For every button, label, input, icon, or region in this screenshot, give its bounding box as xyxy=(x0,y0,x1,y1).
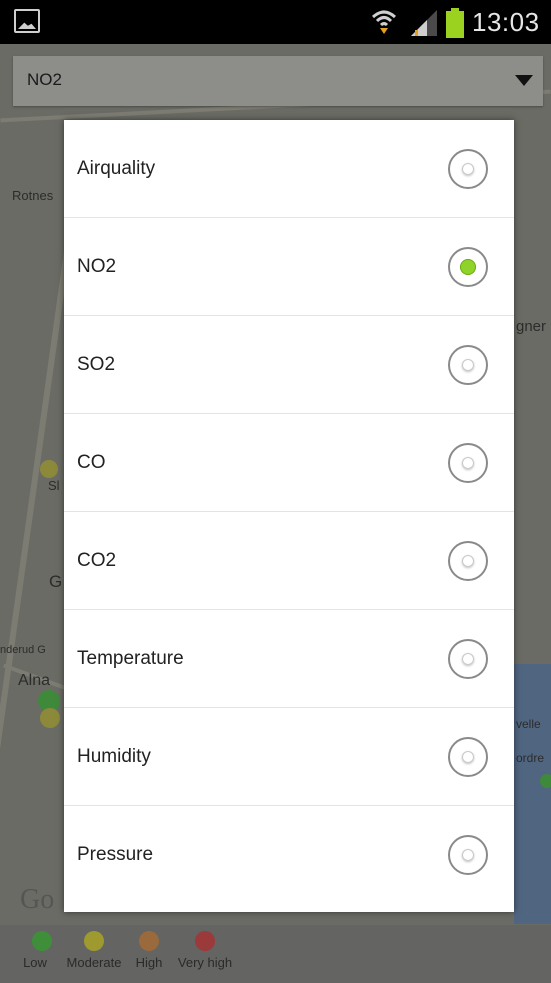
sensor-marker[interactable] xyxy=(40,460,58,478)
option-label: NO2 xyxy=(77,255,117,277)
legend-label: High xyxy=(135,955,163,970)
map-label: G xyxy=(49,572,63,591)
radio-indicator xyxy=(462,162,474,175)
radio-button[interactable] xyxy=(448,638,488,679)
google-logo: Go xyxy=(20,884,55,915)
clock: 13:03 xyxy=(472,7,540,37)
radio-button[interactable] xyxy=(448,736,488,777)
map-label: ordre xyxy=(516,751,545,765)
legend-dot xyxy=(139,931,159,951)
sensor-marker[interactable] xyxy=(540,774,551,788)
wifi-icon xyxy=(371,10,397,34)
legend-item-very-high: Very high xyxy=(172,925,238,970)
map-label: Rotnes xyxy=(12,188,54,203)
signal-icon xyxy=(411,10,437,36)
radio-button[interactable] xyxy=(448,442,488,483)
option-label: CO2 xyxy=(77,549,117,571)
radio-indicator xyxy=(462,358,474,371)
radio-button[interactable] xyxy=(448,835,488,875)
legend-item-high: High xyxy=(131,925,167,970)
legend-label: Low xyxy=(23,955,47,970)
map-label: gner xyxy=(516,318,547,335)
legend-item-low: Low xyxy=(23,925,56,970)
radio-indicator xyxy=(462,849,474,861)
radio-button[interactable] xyxy=(448,540,488,581)
option-label: Humidity xyxy=(77,745,151,767)
radio-indicator xyxy=(462,554,474,567)
radio-button[interactable] xyxy=(448,246,488,287)
legend-label: Moderate xyxy=(66,955,122,970)
option-label: Pressure xyxy=(77,844,154,865)
legend-item-moderate: Moderate xyxy=(62,925,126,970)
option-label: Airquality xyxy=(77,157,156,179)
option-airquality[interactable]: Airquality xyxy=(64,120,514,218)
radio-button[interactable] xyxy=(448,344,488,385)
radio-button[interactable] xyxy=(448,148,488,189)
option-label: Temperature xyxy=(77,647,184,669)
radio-indicator xyxy=(460,258,476,275)
pollutant-dropdown[interactable]: NO2 xyxy=(13,56,543,106)
dropdown-selected-value: NO2 xyxy=(27,70,62,89)
option-co[interactable]: CO xyxy=(64,414,514,512)
option-so2[interactable]: SO2 xyxy=(64,316,514,414)
radio-indicator xyxy=(462,652,474,665)
option-humidity[interactable]: Humidity xyxy=(64,708,514,806)
map-label: nderud G xyxy=(0,644,46,656)
pollutant-selection-dialog: Airquality NO2 SO2 CO CO2 Temperature Hu… xyxy=(64,120,514,912)
battery-icon xyxy=(446,8,464,38)
map-label: Alna xyxy=(18,672,51,689)
map-label: velle xyxy=(516,717,541,731)
option-label: CO xyxy=(77,451,106,473)
status-bar: 13:03 xyxy=(0,0,551,44)
legend: Low Moderate High Very high xyxy=(0,925,551,983)
radio-indicator xyxy=(462,750,474,763)
option-temperature[interactable]: Temperature xyxy=(64,610,514,708)
sensor-marker[interactable] xyxy=(40,708,60,728)
legend-label: Very high xyxy=(177,955,233,970)
option-co2[interactable]: CO2 xyxy=(64,512,514,610)
gallery-notification-icon xyxy=(14,9,40,33)
legend-dot xyxy=(84,931,104,951)
legend-dot xyxy=(32,931,52,951)
dropdown-arrow-icon xyxy=(515,75,533,86)
option-label: SO2 xyxy=(77,353,116,375)
option-pressure[interactable]: Pressure xyxy=(64,806,514,904)
radio-indicator xyxy=(462,456,474,469)
option-no2[interactable]: NO2 xyxy=(64,218,514,316)
map-label: Sl xyxy=(48,478,60,493)
legend-dot xyxy=(195,931,215,951)
